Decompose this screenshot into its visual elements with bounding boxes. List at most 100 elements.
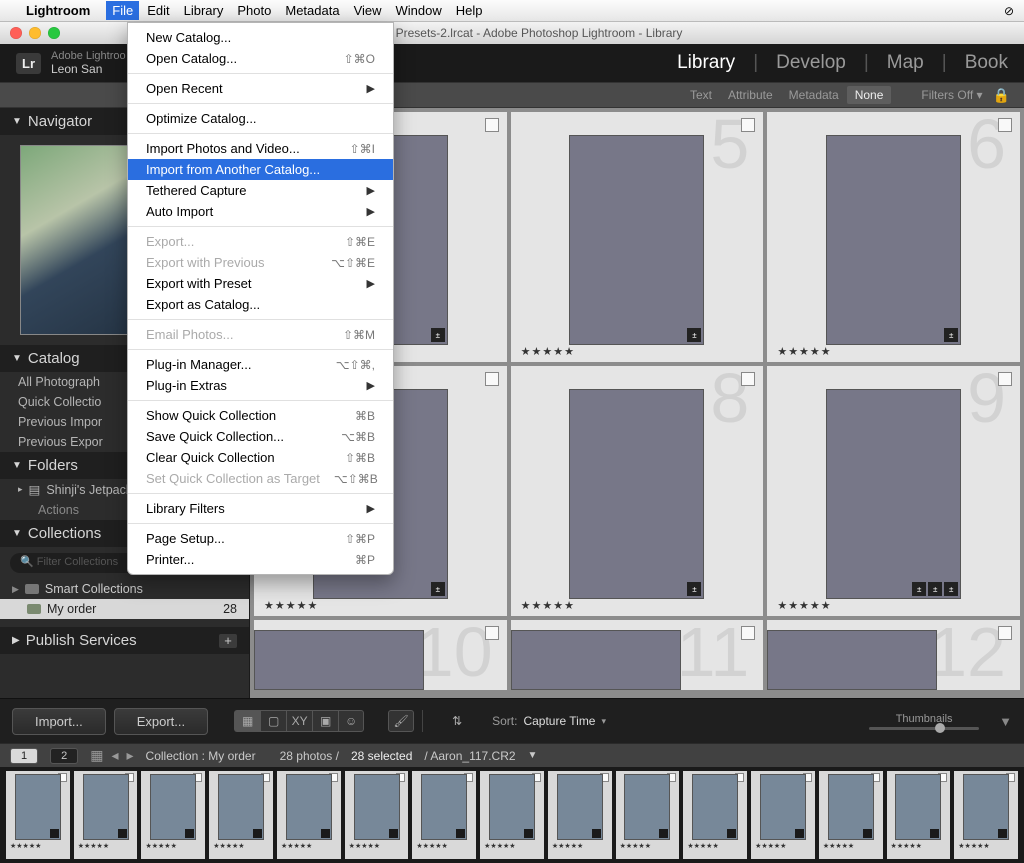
nav-forward-icon[interactable]: ▸	[127, 747, 134, 764]
filmstrip-cell[interactable]: ★★★★★	[6, 771, 70, 859]
filmstrip-cell[interactable]: ★★★★★	[209, 771, 273, 859]
module-library[interactable]: Library	[677, 52, 735, 74]
rating-stars[interactable]: ★★★★★	[209, 842, 244, 850]
zoom-window-button[interactable]	[48, 27, 60, 39]
rating-stars[interactable]: ★★★★★	[954, 842, 989, 850]
survey-view-button[interactable]: ▣	[312, 710, 338, 732]
grid-cell[interactable]: 11	[511, 620, 764, 690]
filmstrip-thumbnail[interactable]	[150, 774, 196, 840]
rating-stars[interactable]: ★★★★★	[887, 842, 922, 850]
menu-item-auto-import[interactable]: Auto Import▶	[128, 201, 393, 222]
badge-icon[interactable]: ±	[912, 582, 926, 596]
filmstrip-cell[interactable]: ★★★★★	[480, 771, 544, 859]
menu-item-open-recent[interactable]: Open Recent▶	[128, 78, 393, 99]
toolbar-chevron-icon[interactable]: ▼	[999, 714, 1012, 729]
thumbnail-image[interactable]: ±	[569, 135, 704, 345]
menu-item-show-quick-collection[interactable]: Show Quick Collection⌘B	[128, 405, 393, 426]
menu-item-page-setup[interactable]: Page Setup...⇧⌘P	[128, 528, 393, 549]
compare-view-button[interactable]: XY	[286, 710, 312, 732]
sort-direction-button[interactable]: ⇅	[444, 710, 470, 732]
rating-stars[interactable]: ★★★★★	[521, 345, 575, 358]
filmstrip-thumbnail[interactable]	[286, 774, 332, 840]
menu-item-library-filters[interactable]: Library Filters▶	[128, 498, 393, 519]
flag-icon[interactable]	[741, 118, 755, 132]
filmstrip-cell[interactable]: ★★★★★	[345, 771, 409, 859]
thumbnail-image[interactable]	[511, 630, 681, 690]
filmstrip-thumbnail[interactable]	[15, 774, 61, 840]
people-view-button[interactable]: ☺	[338, 710, 364, 732]
menu-edit[interactable]: Edit	[141, 1, 175, 20]
loupe-view-button[interactable]: ▢	[260, 710, 286, 732]
menu-item-import-from-another-catalog[interactable]: Import from Another Catalog...	[128, 159, 393, 180]
grid-cell[interactable]: 10	[254, 620, 507, 690]
filmstrip-thumbnail[interactable]	[692, 774, 738, 840]
filmstrip[interactable]: ★★★★★★★★★★★★★★★★★★★★★★★★★★★★★★★★★★★★★★★★…	[0, 767, 1024, 863]
smart-collections-row[interactable]: ▶Smart Collections	[0, 579, 249, 599]
filmstrip-thumbnail[interactable]	[354, 774, 400, 840]
menu-library[interactable]: Library	[178, 1, 230, 20]
menu-item-new-catalog[interactable]: New Catalog...	[128, 27, 393, 48]
filmstrip-cell[interactable]: ★★★★★	[548, 771, 612, 859]
menu-window[interactable]: Window	[390, 1, 448, 20]
flag-icon[interactable]	[998, 372, 1012, 386]
filmstrip-thumbnail[interactable]	[421, 774, 467, 840]
filmstrip-cell[interactable]: ★★★★★	[819, 771, 883, 859]
rating-stars[interactable]: ★★★★★	[6, 842, 41, 850]
badge-icon[interactable]: ±	[944, 328, 958, 342]
flag-icon[interactable]	[741, 626, 755, 640]
menu-item-save-quick-collection[interactable]: Save Quick Collection...⌥⌘B	[128, 426, 393, 447]
import-button[interactable]: Import...	[12, 708, 106, 735]
menu-item-plug-in-extras[interactable]: Plug-in Extras▶	[128, 375, 393, 396]
filmstrip-cell[interactable]: ★★★★★	[887, 771, 951, 859]
filmstrip-thumbnail[interactable]	[760, 774, 806, 840]
flag-icon[interactable]	[998, 626, 1012, 640]
rating-stars[interactable]: ★★★★★	[819, 842, 854, 850]
badge-icon[interactable]: ±	[687, 328, 701, 342]
badge-icon[interactable]: ±	[944, 582, 958, 596]
status-icon[interactable]: ⊘	[1004, 4, 1014, 18]
filmstrip-thumbnail[interactable]	[963, 774, 1009, 840]
rating-stars[interactable]: ★★★★★	[264, 599, 318, 612]
thumbnail-image[interactable]: ±	[569, 389, 704, 599]
menu-item-tethered-capture[interactable]: Tethered Capture▶	[128, 180, 393, 201]
grid-cell[interactable]: 5±★★★★★	[511, 112, 764, 362]
badge-icon[interactable]: ±	[687, 582, 701, 596]
filmstrip-thumbnail[interactable]	[895, 774, 941, 840]
menu-help[interactable]: Help	[450, 1, 489, 20]
menu-metadata[interactable]: Metadata	[279, 1, 345, 20]
sort-selector[interactable]: Sort: Capture Time ▾	[492, 714, 606, 728]
publish-services-panel-header[interactable]: ▶Publish Services+	[0, 627, 249, 654]
menu-item-export-as-catalog[interactable]: Export as Catalog...	[128, 294, 393, 315]
filter-tab-text[interactable]: Text	[682, 86, 720, 104]
filmstrip-cell[interactable]: ★★★★★	[954, 771, 1018, 859]
menu-item-plug-in-manager[interactable]: Plug-in Manager...⌥⇧⌘,	[128, 354, 393, 375]
thumbnail-image[interactable]	[767, 630, 937, 690]
filmstrip-cell[interactable]: ★★★★★	[74, 771, 138, 859]
filmstrip-cell[interactable]: ★★★★★	[412, 771, 476, 859]
filter-lock-icon[interactable]: 🔒	[993, 87, 1010, 104]
rating-stars[interactable]: ★★★★★	[777, 345, 831, 358]
badge-icon[interactable]: ±	[928, 582, 942, 596]
chevron-down-icon[interactable]: ▼	[528, 750, 538, 761]
menubar-app-name[interactable]: Lightroom	[26, 3, 90, 18]
menu-item-printer[interactable]: Printer...⌘P	[128, 549, 393, 570]
flag-icon[interactable]	[485, 118, 499, 132]
rating-stars[interactable]: ★★★★★	[277, 842, 312, 850]
screen-1-button[interactable]: 1	[10, 748, 38, 764]
menu-item-clear-quick-collection[interactable]: Clear Quick Collection⇧⌘B	[128, 447, 393, 468]
flag-icon[interactable]	[998, 118, 1012, 132]
grid-cell[interactable]: 9±±±★★★★★	[767, 366, 1020, 616]
filmstrip-cell[interactable]: ★★★★★	[277, 771, 341, 859]
menu-file[interactable]: File	[106, 1, 139, 20]
rating-stars[interactable]: ★★★★★	[521, 599, 575, 612]
menu-item-open-catalog[interactable]: Open Catalog...⇧⌘O	[128, 48, 393, 69]
my-order-collection-row[interactable]: My order28	[0, 599, 249, 619]
rating-stars[interactable]: ★★★★★	[777, 599, 831, 612]
filmstrip-thumbnail[interactable]	[83, 774, 129, 840]
filmstrip-cell[interactable]: ★★★★★	[141, 771, 205, 859]
menu-photo[interactable]: Photo	[231, 1, 277, 20]
filmstrip-cell[interactable]: ★★★★★	[751, 771, 815, 859]
thumbnail-size-slider[interactable]: Thumbnails	[869, 713, 979, 730]
filmstrip-thumbnail[interactable]	[624, 774, 670, 840]
grid-view-button[interactable]: ▦	[234, 710, 260, 732]
